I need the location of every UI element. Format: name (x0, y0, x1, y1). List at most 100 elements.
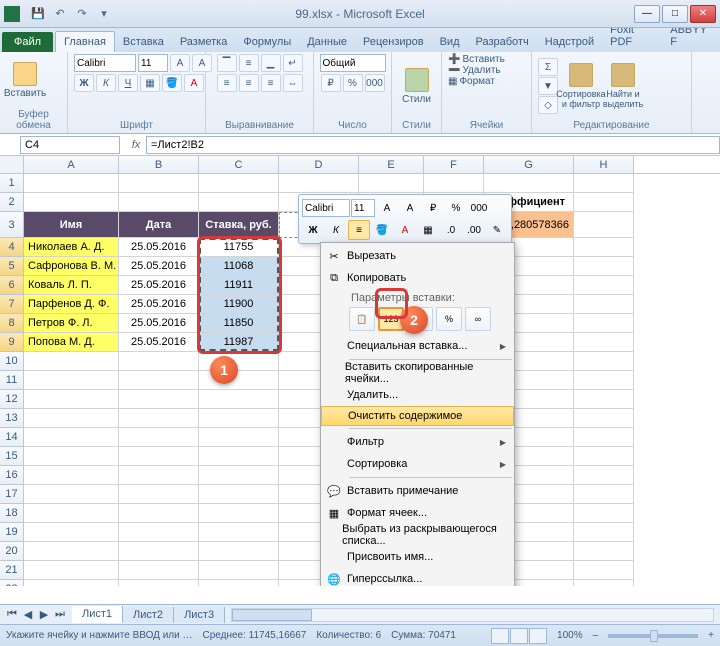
minimize-button[interactable]: — (634, 5, 660, 23)
percent-button[interactable]: % (343, 74, 363, 92)
row-header[interactable]: 7 (0, 295, 24, 314)
row-header[interactable]: 1 (0, 174, 24, 193)
tab-formulas[interactable]: Формулы (235, 32, 299, 52)
cell[interactable]: 25.05.2016 (119, 238, 199, 257)
tab-addins[interactable]: Надстрой (537, 32, 602, 52)
mini-fill-color-button[interactable]: 🪣 (371, 220, 393, 240)
sheet-nav[interactable]: ⏮◀▶⏭ (4, 608, 68, 621)
cell[interactable] (199, 561, 279, 580)
mini-dec-decimal-button[interactable]: .00 (463, 220, 485, 240)
cell[interactable]: Дата (119, 212, 199, 238)
cell[interactable] (119, 390, 199, 409)
col-header-B[interactable]: B (119, 156, 199, 173)
cell[interactable] (574, 504, 634, 523)
qat-dropdown-icon[interactable]: ▾ (94, 4, 114, 24)
styles-button[interactable]: Стили (398, 68, 435, 105)
cell[interactable] (359, 174, 424, 193)
align-bottom-button[interactable]: ▁ (261, 54, 281, 72)
cell[interactable] (24, 371, 119, 390)
cell[interactable] (119, 580, 199, 586)
align-right-button[interactable]: ≡ (261, 74, 281, 92)
cell[interactable] (424, 174, 484, 193)
mini-bold-button[interactable]: Ж (302, 220, 324, 240)
cell[interactable] (574, 542, 634, 561)
grow-font-button[interactable]: A (170, 54, 190, 72)
zoom-slider[interactable] (608, 634, 698, 638)
sheet-tab-1[interactable]: Лист1 (72, 606, 123, 623)
cell[interactable] (574, 276, 634, 295)
cell[interactable] (574, 390, 634, 409)
cell[interactable]: 25.05.2016 (119, 276, 199, 295)
row-header[interactable]: 8 (0, 314, 24, 333)
mini-font-size[interactable] (351, 199, 375, 217)
cell[interactable] (574, 466, 634, 485)
cell[interactable] (279, 174, 359, 193)
paste-option-values[interactable]: 123 (378, 307, 404, 331)
merge-button[interactable]: ⇔ (283, 74, 303, 92)
underline-button[interactable]: Ч (118, 74, 138, 92)
tab-layout[interactable]: Разметка (172, 32, 236, 52)
mini-shrink-font-button[interactable]: A (399, 198, 421, 218)
cell[interactable] (199, 174, 279, 193)
col-header-H[interactable]: H (574, 156, 634, 173)
mini-percent-button[interactable]: % (445, 198, 467, 218)
tab-home[interactable]: Главная (55, 31, 115, 52)
row-header[interactable]: 2 (0, 193, 24, 212)
cell[interactable]: Коваль Л. П. (24, 276, 119, 295)
tab-insert[interactable]: Вставка (115, 32, 172, 52)
cell[interactable] (24, 428, 119, 447)
tab-developer[interactable]: Разработч (468, 32, 537, 52)
cell[interactable] (24, 542, 119, 561)
cell[interactable]: 11911 (199, 276, 279, 295)
row-header[interactable]: 15 (0, 447, 24, 466)
row-header[interactable]: 22 (0, 580, 24, 586)
find-select-button[interactable]: Найти и выделить (604, 63, 642, 109)
cell[interactable] (484, 174, 574, 193)
cell[interactable] (574, 352, 634, 371)
ctx-clear-contents[interactable]: Очистить содержимое (321, 406, 514, 426)
bold-button[interactable]: Ж (74, 74, 94, 92)
cell[interactable] (24, 193, 119, 212)
row-header[interactable]: 17 (0, 485, 24, 504)
name-box[interactable]: C4 (20, 136, 120, 154)
cell[interactable] (119, 352, 199, 371)
cell[interactable] (119, 542, 199, 561)
tab-view[interactable]: Вид (432, 32, 468, 52)
cell[interactable] (199, 390, 279, 409)
align-left-button[interactable]: ≡ (217, 74, 237, 92)
align-top-button[interactable]: ▔ (217, 54, 237, 72)
cell[interactable] (199, 193, 279, 212)
cell[interactable] (119, 561, 199, 580)
cell[interactable] (574, 333, 634, 352)
cell[interactable] (199, 428, 279, 447)
cell[interactable]: 11987 (199, 333, 279, 352)
ctx-copy[interactable]: ⧉Копировать (321, 267, 514, 289)
cell[interactable] (574, 409, 634, 428)
fill-color-button[interactable]: 🪣 (162, 74, 182, 92)
cell[interactable] (199, 580, 279, 586)
row-header[interactable]: 14 (0, 428, 24, 447)
cell[interactable] (574, 580, 634, 586)
row-header[interactable]: 5 (0, 257, 24, 276)
autosum-button[interactable]: Σ (538, 58, 558, 76)
row-header[interactable]: 9 (0, 333, 24, 352)
cell[interactable] (199, 352, 279, 371)
fx-icon[interactable]: fx (126, 139, 146, 151)
row-header[interactable]: 16 (0, 466, 24, 485)
currency-button[interactable]: ₽ (321, 74, 341, 92)
formula-input[interactable]: =Лист2!B2 (146, 136, 720, 154)
col-header-A[interactable]: A (24, 156, 119, 173)
cell[interactable] (199, 485, 279, 504)
cell[interactable] (574, 295, 634, 314)
cell[interactable]: 11850 (199, 314, 279, 333)
save-icon[interactable]: 💾 (28, 4, 48, 24)
horizontal-scrollbar[interactable] (231, 608, 714, 622)
cell[interactable] (119, 409, 199, 428)
font-color-button[interactable]: A (184, 74, 204, 92)
insert-cells-button[interactable]: Вставить (462, 54, 504, 65)
mini-font-name[interactable] (302, 199, 350, 217)
zoom-in-button[interactable]: + (708, 630, 714, 641)
cell[interactable]: 11755 (199, 238, 279, 257)
format-cells-button[interactable]: Формат (459, 76, 495, 87)
col-header-G[interactable]: G (484, 156, 574, 173)
